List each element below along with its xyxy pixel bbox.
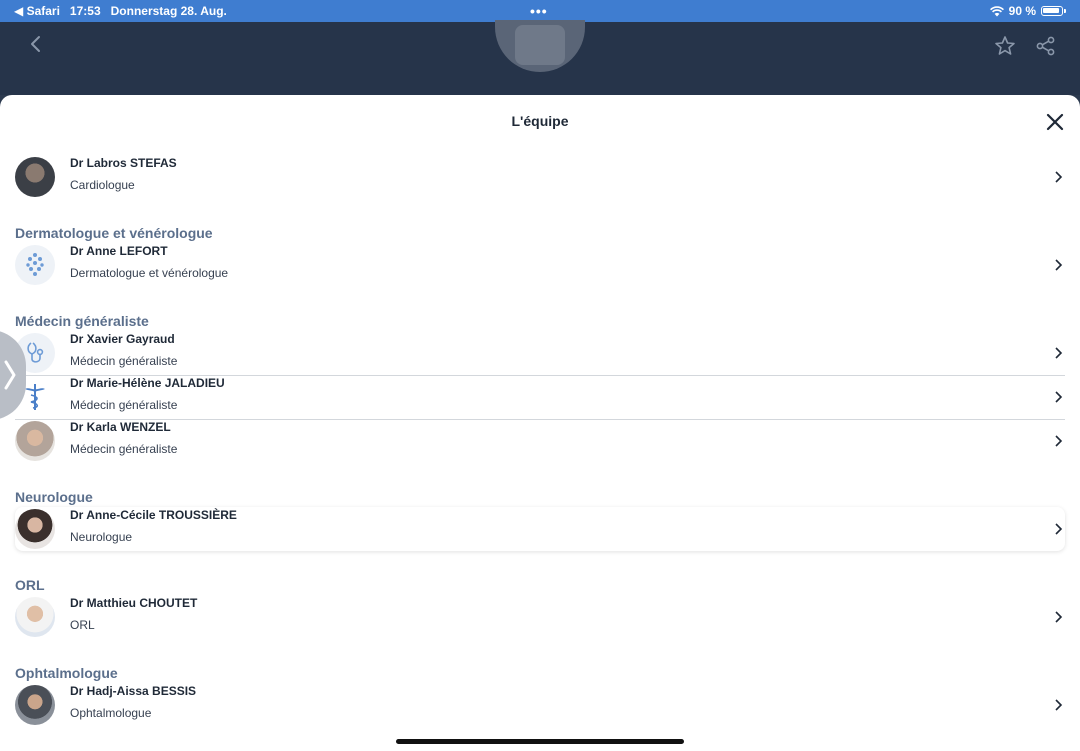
multitasking-dots[interactable]: ••• [530, 3, 548, 19]
battery-percent: 90 % [1008, 4, 1036, 18]
header-avatar [495, 20, 585, 72]
doctor-name: Dr Matthieu CHOUTET [70, 596, 198, 610]
home-indicator[interactable] [396, 739, 684, 744]
doctor-name: Dr Labros STEFAS [70, 156, 177, 170]
doctor-avatar [15, 685, 55, 725]
doctor-avatar [15, 245, 55, 285]
chevron-right-icon [1055, 435, 1063, 447]
stethoscope-icon [27, 342, 44, 363]
doctor-name: Dr Marie-Hélène JALADIEU [70, 376, 225, 390]
status-right: 90 % [989, 4, 1066, 18]
doctor-specialty: Cardiologue [70, 178, 135, 192]
share-icon[interactable] [1034, 34, 1058, 58]
status-left: ◀ Safari 17:53 Donnerstag 28. Aug. [14, 4, 227, 18]
chevron-right-icon [1055, 611, 1063, 623]
doctor-name: Dr Karla WENZEL [70, 420, 171, 434]
back-to-safari-link[interactable]: ◀ Safari [14, 4, 60, 18]
skin-cells-icon [26, 253, 44, 276]
close-icon[interactable] [1042, 109, 1068, 135]
doctor-avatar [15, 157, 55, 197]
caduceus-icon [25, 384, 45, 410]
doctor-specialty: Ophtalmologue [70, 706, 152, 720]
doctor-name: Dr Anne-Cécile TROUSSIÈRE [70, 508, 237, 522]
doctor-specialty: Neurologue [70, 530, 133, 544]
wifi-icon [989, 5, 1004, 16]
section-title-dermatologue: Dermatologue et vénérologue [15, 225, 213, 241]
doctor-name: Dr Xavier Gayraud [70, 332, 175, 346]
doctor-specialty: Médecin généraliste [70, 354, 178, 368]
doctor-specialty: Médecin généraliste [70, 442, 178, 456]
chevron-right-icon [1055, 699, 1063, 711]
doctor-row[interactable]: Dr Xavier Gayraud Médecin généraliste [0, 331, 1080, 376]
chevron-right-icon [4, 360, 16, 390]
sheet-title: L'équipe [511, 113, 569, 129]
section-title-generaliste: Médecin généraliste [15, 313, 149, 329]
status-bar: ◀ Safari 17:53 Donnerstag 28. Aug. ••• 9… [0, 0, 1080, 22]
team-sheet: L'équipe Dr Labros STEFAS Cardiologue De… [0, 95, 1080, 751]
doctor-avatar [15, 597, 55, 637]
battery-icon [1041, 6, 1063, 16]
section-title-ophtalmologue: Ophtalmologue [15, 665, 118, 681]
section-title-neurologue: Neurologue [15, 489, 93, 505]
doctor-avatar [15, 421, 55, 461]
doctor-row[interactable]: Dr Marie-Hélène JALADIEU Médecin général… [0, 375, 1080, 420]
doctor-row[interactable]: Dr Anne LEFORT Dermatologue et vénérolog… [0, 243, 1080, 287]
chevron-right-icon [1055, 391, 1063, 403]
status-time: 17:53 [69, 4, 101, 18]
app-header [0, 20, 1080, 95]
chevron-right-icon [1055, 259, 1063, 271]
doctor-avatar [15, 509, 55, 549]
doctor-name: Dr Hadj-Aissa BESSIS [70, 684, 197, 698]
status-date: Donnerstag 28. Aug. [110, 4, 227, 18]
doctor-specialty: ORL [70, 618, 95, 632]
chevron-right-icon [1055, 347, 1063, 359]
chevron-right-icon [1055, 171, 1063, 183]
doctor-row[interactable]: Dr Labros STEFAS Cardiologue [0, 155, 1080, 199]
doctor-row[interactable]: Dr Matthieu CHOUTET ORL [0, 595, 1080, 639]
chevron-right-icon [1055, 523, 1063, 535]
doctor-row[interactable]: Dr Anne-Cécile TROUSSIÈRE Neurologue [15, 507, 1065, 551]
chevron-left-icon[interactable] [24, 32, 48, 56]
doctor-row[interactable]: Dr Karla WENZEL Médecin généraliste [0, 419, 1080, 463]
doctor-row[interactable]: Dr Hadj-Aissa BESSIS Ophtalmologue [0, 683, 1080, 727]
doctor-name: Dr Anne LEFORT [70, 244, 168, 258]
section-title-orl: ORL [15, 577, 45, 593]
star-icon[interactable] [993, 34, 1017, 58]
doctor-specialty: Médecin généraliste [70, 398, 178, 412]
doctor-specialty: Dermatologue et vénérologue [70, 266, 229, 280]
